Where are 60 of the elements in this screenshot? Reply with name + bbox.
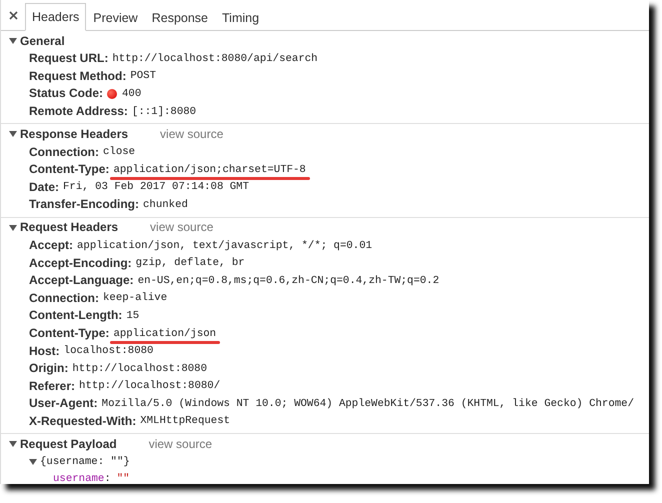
header-name: Accept: — [29, 238, 74, 254]
header-value: keep-alive — [103, 292, 168, 304]
header-name: Content-Type: — [29, 326, 110, 342]
header-value: localhost:8080 — [64, 345, 154, 358]
view-source-link[interactable]: view source — [148, 436, 212, 453]
section-title: Request Headers — [20, 219, 118, 236]
header-value: 15 — [126, 310, 140, 322]
header-value: chunked — [143, 198, 188, 211]
view-source-link[interactable]: view source — [160, 126, 224, 143]
header-name: Transfer-Encoding: — [29, 197, 140, 212]
header-value: 400 — [122, 88, 142, 100]
header-name: Connection: — [29, 144, 99, 160]
header-name: Content-Length: — [29, 308, 122, 324]
tab[interactable]: Response — [144, 4, 216, 31]
header-name: Accept-Language: — [29, 273, 134, 288]
header-name: Host: — [29, 344, 60, 359]
header-name: Request Method: — [29, 68, 126, 84]
view-source-link[interactable]: view source — [150, 219, 214, 236]
tab[interactable]: Headers — [25, 3, 86, 31]
header-value: XMLHttpRequest — [140, 415, 230, 428]
status-dot-icon — [107, 88, 118, 99]
header-value: http://localhost:8080/api/search — [112, 52, 318, 65]
header-name: X-Requested-With: — [29, 414, 136, 429]
property-value: "" — [116, 472, 130, 484]
header-name: Date: — [29, 180, 60, 195]
header-value: close — [103, 146, 136, 158]
header-value: Mozilla/5.0 (Windows NT 10.0; WOW64) AppleWebKit/537.36 (KHTML, like Gecko) Chrome/ — [102, 398, 634, 410]
header-name: Connection: — [29, 290, 99, 306]
header-name: User-Agent: — [29, 396, 98, 412]
header-name: Request URL: — [29, 51, 108, 66]
header-value: [::1]:8080 — [132, 106, 196, 118]
expand-triangle-icon[interactable] — [9, 224, 17, 232]
header-value: http://localhost:8080/ — [79, 380, 220, 392]
header-value: POST — [130, 70, 156, 82]
header-name: Content-Type: — [29, 162, 110, 178]
header-value: gzip, deflate, br — [136, 257, 245, 270]
expand-triangle-icon[interactable] — [9, 130, 17, 138]
header-value: application/json;charset=UTF-8 — [113, 164, 306, 176]
header-value: application/json, text/javascript, */*; q=0.01 — [77, 240, 372, 252]
header-name: Referer: — [29, 378, 76, 394]
section-title: General — [20, 32, 65, 50]
section-title: Request Payload — [20, 436, 117, 453]
tab[interactable]: Preview — [86, 4, 145, 31]
section-title: Response Headers — [20, 126, 128, 143]
header-name: Status Code: — [29, 86, 104, 102]
header-name: Accept-Encoding: — [29, 256, 132, 271]
expand-triangle-icon[interactable] — [9, 440, 17, 448]
header-value: http://localhost:8080 — [72, 362, 208, 375]
header-name: Remote Address: — [29, 104, 128, 120]
expand-triangle-icon[interactable] — [29, 458, 37, 466]
expand-triangle-icon[interactable] — [9, 37, 17, 45]
tab[interactable]: Timing — [215, 4, 266, 31]
header-value: application/json — [113, 328, 216, 340]
header-value: Fri, 03 Feb 2017 07:14:08 GMT — [63, 181, 250, 194]
header-value: en-US,en;q=0.8,ms;q=0.6,zh-CN;q=0.4,zh-TW;q=0.2 — [138, 274, 440, 287]
header-name: Origin: — [29, 361, 68, 376]
close-icon[interactable] — [7, 9, 19, 21]
colon-separator: : — [104, 472, 111, 484]
property-key: username — [53, 472, 104, 484]
object-summary: {username: ""} — [40, 454, 130, 470]
